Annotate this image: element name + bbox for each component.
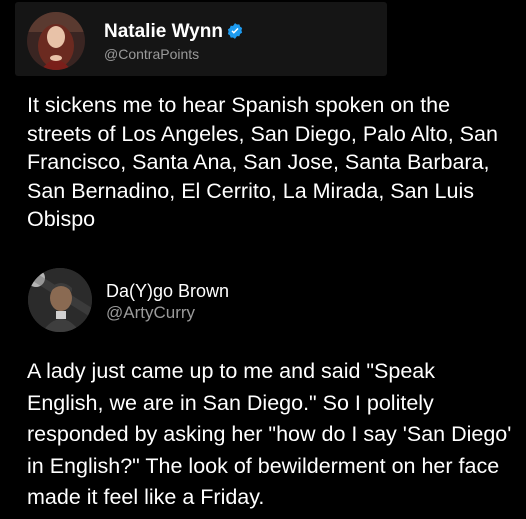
tweet-author-card: Natalie Wynn @ContraPoints	[15, 2, 387, 76]
author-avatar[interactable]	[27, 12, 85, 70]
author-name-text[interactable]: Natalie Wynn	[104, 21, 223, 42]
tweet-text: It sickens me to hear Spanish spoken on …	[27, 93, 498, 232]
reply-author-name[interactable]: Da(Y)go Brown	[106, 281, 229, 302]
author-name[interactable]: Natalie Wynn	[104, 21, 244, 43]
reply-author-handle[interactable]: @ArtyCurry	[106, 303, 195, 323]
verified-badge-icon	[227, 23, 243, 39]
reply-text: A lady just came up to me and said "Spea…	[27, 359, 512, 509]
reply-author-avatar[interactable]	[28, 268, 92, 332]
author-handle[interactable]: @ContraPoints	[104, 46, 199, 62]
